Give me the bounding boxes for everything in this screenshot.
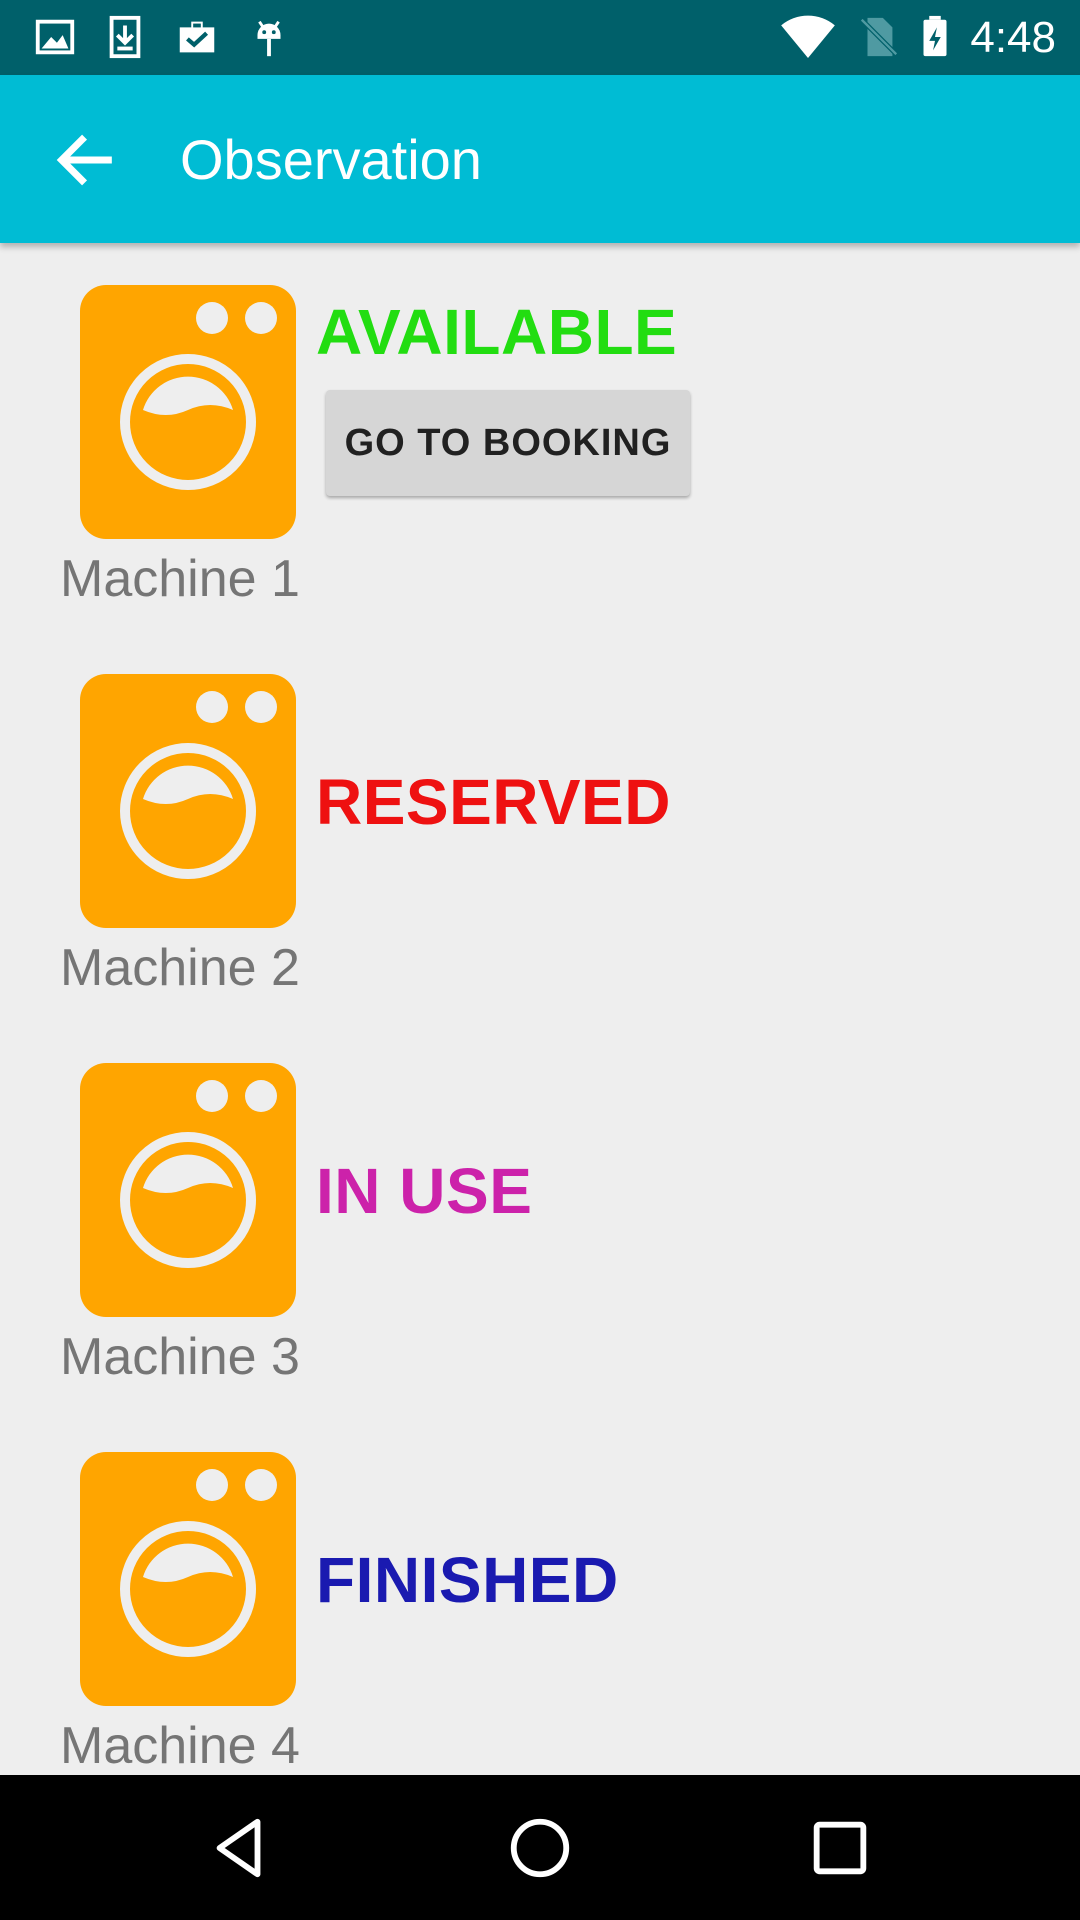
machine-4-label: Machine 4 bbox=[60, 1717, 300, 1775]
app-bar: Observation bbox=[0, 75, 1080, 243]
briefcase-check-icon bbox=[179, 21, 215, 53]
machine-list: AVAILABLE GO TO BOOKING Machine 1 RESERV… bbox=[0, 243, 1080, 1775]
machine-2-label: Machine 2 bbox=[60, 939, 300, 997]
washing-machine-icon bbox=[80, 1063, 296, 1317]
machine-3-status: IN USE bbox=[316, 1155, 533, 1227]
machine-3-label: Machine 3 bbox=[60, 1328, 300, 1386]
image-icon bbox=[35, 19, 75, 55]
machine-item-2: RESERVED Machine 2 bbox=[0, 632, 1080, 1021]
battery-charging-icon bbox=[923, 15, 947, 57]
machine-1-status: AVAILABLE bbox=[316, 296, 678, 368]
status-bar: 4:48 bbox=[0, 0, 1080, 75]
machine-2-status: RESERVED bbox=[316, 766, 671, 838]
machine-item-4: FINISHED Machine 4 bbox=[0, 1410, 1080, 1775]
machine-item-3: IN USE Machine 3 bbox=[0, 1021, 1080, 1410]
washing-machine-icon bbox=[80, 1452, 296, 1706]
washing-machine-icon bbox=[80, 674, 296, 928]
machine-1-label: Machine 1 bbox=[60, 550, 300, 608]
wifi-icon bbox=[781, 15, 835, 58]
no-sim-icon bbox=[860, 17, 898, 57]
machine-4-status: FINISHED bbox=[316, 1544, 619, 1616]
navigation-bar bbox=[0, 1775, 1080, 1920]
arrow-back-icon[interactable] bbox=[50, 125, 120, 195]
status-time: 4:48 bbox=[970, 13, 1056, 62]
washing-machine-icon bbox=[80, 285, 296, 539]
recents-square-icon[interactable] bbox=[805, 1813, 875, 1883]
android-icon bbox=[257, 20, 281, 57]
back-triangle-icon[interactable] bbox=[205, 1813, 275, 1883]
page-title: Observation bbox=[180, 128, 482, 191]
home-circle-icon[interactable] bbox=[505, 1813, 575, 1883]
machine-item-1: AVAILABLE GO TO BOOKING Machine 1 bbox=[0, 243, 1080, 632]
download-icon bbox=[109, 15, 141, 59]
go-to-booking-button[interactable]: GO TO BOOKING bbox=[326, 390, 690, 496]
